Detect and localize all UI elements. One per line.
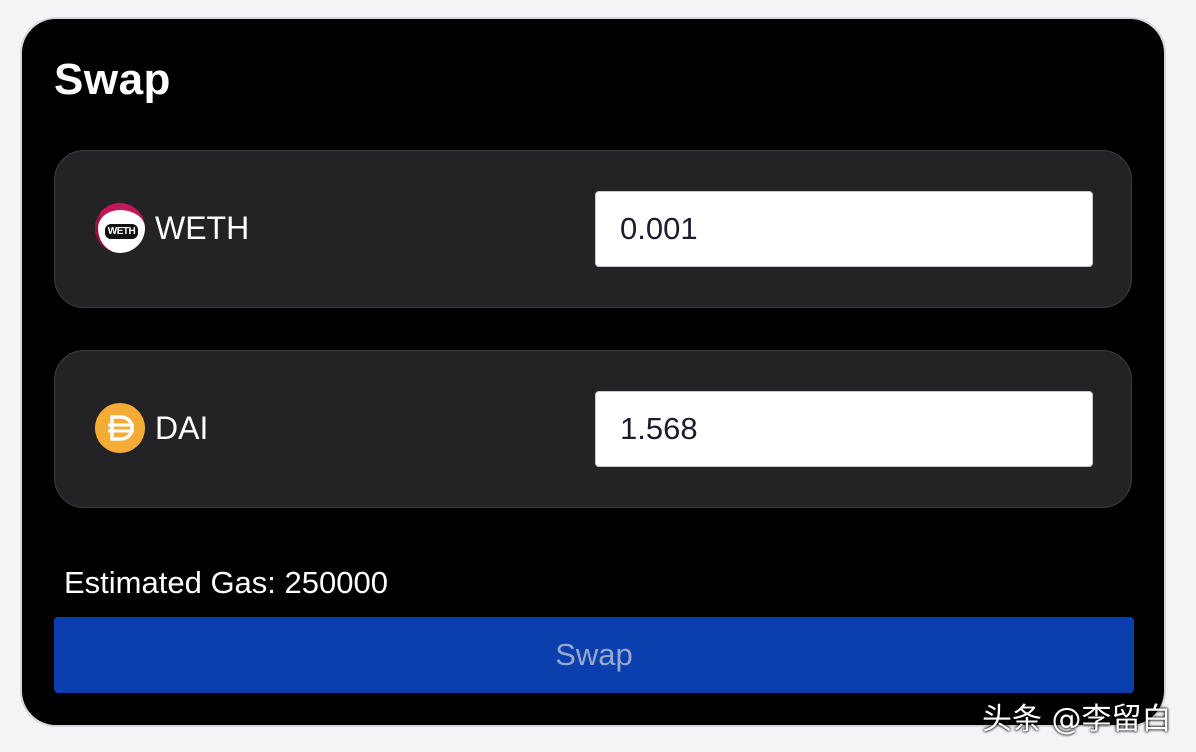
weth-token-icon: WETH	[95, 203, 145, 253]
token-selector-dai[interactable]: DAI	[95, 403, 208, 453]
estimated-gas-label: Estimated Gas: 250000	[64, 565, 388, 600]
token-selector-weth[interactable]: WETH WETH	[95, 203, 249, 253]
swap-card: Swap WETH WETH DAI Estimated Gas: 250000…	[22, 19, 1164, 725]
dai-logo-glyph	[108, 415, 134, 441]
weth-icon-text: WETH	[104, 224, 139, 239]
watermark: 头条 @李留白	[982, 702, 1172, 737]
token-row-dai: DAI	[54, 350, 1132, 508]
swap-button[interactable]: Swap	[54, 617, 1134, 693]
amount-input-dai[interactable]	[595, 391, 1093, 467]
amount-input-weth[interactable]	[595, 191, 1093, 267]
token-symbol-dai: DAI	[155, 409, 209, 446]
token-row-weth: WETH WETH	[54, 150, 1132, 308]
dai-token-icon	[95, 403, 145, 453]
token-symbol-weth: WETH	[155, 209, 250, 246]
page-title: Swap	[54, 55, 171, 104]
